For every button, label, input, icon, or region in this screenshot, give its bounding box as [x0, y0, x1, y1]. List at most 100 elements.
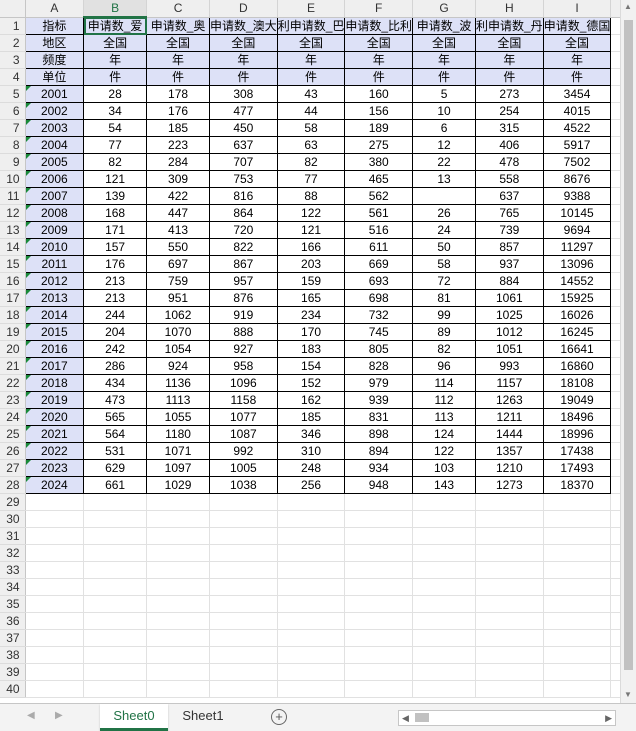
cell[interactable]: [543, 493, 612, 511]
cell[interactable]: 2009: [24, 221, 85, 239]
sheet-tab-sheet0[interactable]: Sheet0: [100, 704, 168, 731]
cell[interactable]: [209, 629, 278, 647]
cell[interactable]: [412, 663, 476, 681]
cell[interactable]: 176: [83, 255, 148, 273]
cell[interactable]: 707: [209, 153, 278, 171]
row-header[interactable]: 38: [0, 646, 26, 664]
cell[interactable]: [475, 646, 544, 664]
cell[interactable]: [209, 646, 278, 664]
cell[interactable]: 234: [276, 306, 346, 324]
cell[interactable]: [475, 629, 544, 647]
cell[interactable]: 年: [276, 51, 346, 69]
prev-sheet-icon[interactable]: ◀: [27, 710, 35, 721]
cell[interactable]: 44: [276, 102, 346, 120]
cell[interactable]: 2007: [24, 187, 85, 205]
cell[interactable]: 831: [344, 408, 414, 426]
cell[interactable]: 309: [146, 170, 210, 188]
row-header[interactable]: 28: [0, 476, 26, 494]
row-header[interactable]: 14: [0, 238, 26, 256]
row-header[interactable]: 27: [0, 459, 26, 477]
cell[interactable]: 申请数_波: [412, 16, 476, 35]
cell[interactable]: 24: [412, 221, 476, 239]
cell[interactable]: [25, 561, 85, 579]
cell[interactable]: 1062: [146, 306, 210, 324]
cell[interactable]: 189: [344, 119, 414, 137]
cell[interactable]: 1012: [475, 323, 544, 341]
cell[interactable]: [344, 680, 414, 698]
column-header-f[interactable]: F: [344, 0, 414, 18]
cell[interactable]: 308: [209, 85, 278, 103]
cell[interactable]: [412, 629, 476, 647]
cell[interactable]: 13096: [542, 255, 612, 273]
row-header[interactable]: 6: [0, 102, 26, 120]
row-header[interactable]: 40: [0, 680, 26, 698]
cell[interactable]: [83, 612, 148, 630]
cell[interactable]: 822: [209, 238, 278, 256]
cell[interactable]: 143: [412, 476, 476, 494]
cell[interactable]: 10: [412, 102, 476, 120]
cell[interactable]: 1136: [146, 374, 210, 392]
cell[interactable]: 284: [146, 153, 210, 171]
row-header[interactable]: 25: [0, 425, 26, 443]
cell[interactable]: 562: [344, 187, 414, 205]
cell[interactable]: 18496: [542, 408, 612, 426]
cell[interactable]: 122: [276, 204, 346, 222]
cell[interactable]: 15925: [542, 289, 612, 307]
cell[interactable]: 1087: [209, 425, 278, 443]
cell[interactable]: 185: [146, 119, 210, 137]
cell[interactable]: [475, 544, 544, 562]
cell[interactable]: 13: [412, 170, 476, 188]
cell[interactable]: 1444: [475, 425, 544, 443]
cell[interactable]: 934: [344, 459, 414, 477]
cell[interactable]: [344, 612, 414, 630]
cell[interactable]: 992: [209, 442, 278, 460]
cell[interactable]: 16245: [542, 323, 612, 341]
cell[interactable]: 310: [276, 442, 346, 460]
cell[interactable]: [412, 527, 476, 545]
cell[interactable]: 531: [83, 442, 148, 460]
cell[interactable]: 168: [83, 204, 148, 222]
cell[interactable]: [543, 578, 612, 596]
cell[interactable]: 58: [276, 119, 346, 137]
cell[interactable]: 213: [83, 272, 148, 290]
cell[interactable]: 867: [209, 255, 278, 273]
cell[interactable]: [475, 493, 544, 511]
cell[interactable]: [209, 680, 278, 698]
cell[interactable]: 698: [344, 289, 414, 307]
cell[interactable]: [209, 663, 278, 681]
cell[interactable]: 157: [83, 238, 148, 256]
cell[interactable]: [146, 663, 210, 681]
row-header[interactable]: 7: [0, 119, 26, 137]
cell[interactable]: 82: [276, 153, 346, 171]
row-header[interactable]: 3: [0, 51, 26, 69]
cell[interactable]: [412, 578, 476, 596]
cell[interactable]: 1055: [146, 408, 210, 426]
cell[interactable]: 1071: [146, 442, 210, 460]
cell[interactable]: 22: [412, 153, 476, 171]
cell[interactable]: 2005: [24, 153, 85, 171]
cell[interactable]: 7502: [542, 153, 612, 171]
cell[interactable]: 244: [83, 306, 148, 324]
column-header-d[interactable]: D: [209, 0, 278, 18]
cell[interactable]: 26: [412, 204, 476, 222]
cell[interactable]: 6: [412, 119, 476, 137]
cell[interactable]: [344, 561, 414, 579]
cell[interactable]: [344, 663, 414, 681]
cell[interactable]: 件: [209, 68, 278, 86]
cell[interactable]: [344, 646, 414, 664]
add-sheet-button[interactable]: +: [271, 709, 287, 725]
cell[interactable]: 申请数_澳大: [209, 16, 278, 35]
cell[interactable]: 203: [276, 255, 346, 273]
cell[interactable]: 450: [209, 119, 278, 137]
cell[interactable]: [83, 663, 148, 681]
cell[interactable]: 全国: [475, 34, 544, 52]
cell[interactable]: 28: [83, 85, 148, 103]
row-header[interactable]: 17: [0, 289, 26, 307]
cell[interactable]: 1005: [209, 459, 278, 477]
cell[interactable]: [412, 544, 476, 562]
cell[interactable]: 346: [276, 425, 346, 443]
cell[interactable]: 50: [412, 238, 476, 256]
cell[interactable]: 159: [276, 272, 346, 290]
cell[interactable]: 413: [146, 221, 210, 239]
cell[interactable]: 1357: [475, 442, 544, 460]
